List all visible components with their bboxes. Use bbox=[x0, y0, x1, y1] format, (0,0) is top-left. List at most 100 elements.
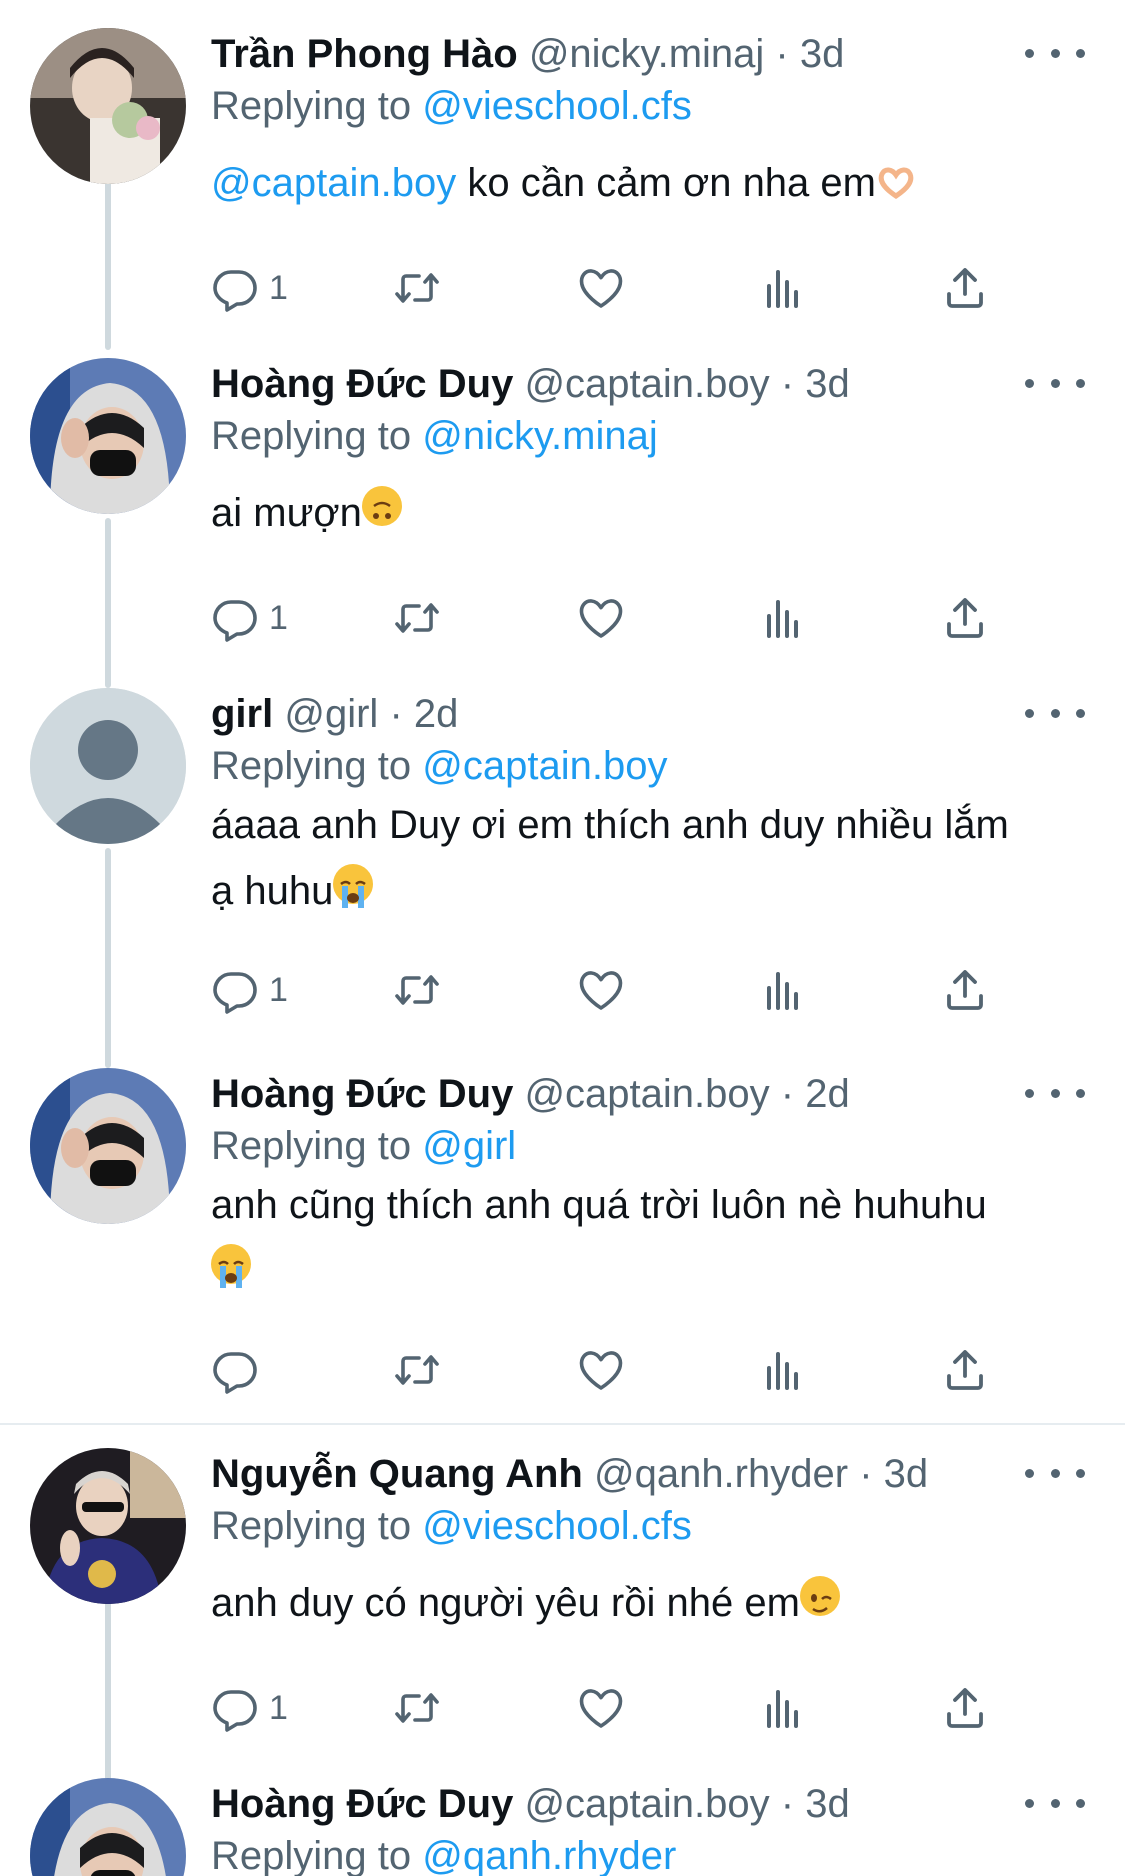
reply-button[interactable]: 1 bbox=[211, 588, 288, 648]
like-icon bbox=[577, 1346, 625, 1394]
user-handle[interactable]: @qanh.rhyder bbox=[594, 1452, 848, 1496]
timestamp[interactable]: 3d bbox=[800, 32, 845, 76]
views-icon bbox=[759, 1684, 807, 1732]
more-options-button[interactable] bbox=[1025, 368, 1085, 398]
more-options-button[interactable] bbox=[1025, 38, 1085, 68]
avatar[interactable] bbox=[30, 1068, 186, 1224]
display-name[interactable]: girl bbox=[211, 692, 273, 736]
views-icon bbox=[759, 594, 807, 642]
avatar-photo-icon bbox=[30, 1778, 186, 1876]
replying-to-mention[interactable]: @vieschool.cfs bbox=[422, 1504, 692, 1548]
share-icon bbox=[941, 1684, 989, 1732]
tweet[interactable]: Hoàng Đức Duy @captain.boy · 3d Replying… bbox=[0, 1778, 1125, 1876]
share-button[interactable] bbox=[941, 258, 989, 318]
replying-label: Replying to bbox=[211, 84, 412, 128]
thread-divider bbox=[0, 1423, 1125, 1425]
views-button[interactable] bbox=[759, 960, 807, 1020]
user-handle[interactable]: @captain.boy bbox=[524, 362, 769, 406]
replying-to: Replying to @qanh.rhyder bbox=[211, 1830, 1085, 1876]
timestamp[interactable]: 3d bbox=[884, 1452, 929, 1496]
avatar[interactable] bbox=[30, 358, 186, 514]
timestamp[interactable]: 3d bbox=[805, 1782, 850, 1826]
avatar[interactable] bbox=[30, 1778, 186, 1876]
more-icon bbox=[1025, 378, 1034, 388]
replying-to-mention[interactable]: @captain.boy bbox=[422, 744, 667, 788]
share-button[interactable] bbox=[941, 960, 989, 1020]
views-button[interactable] bbox=[759, 1678, 807, 1738]
more-options-button[interactable] bbox=[1025, 1788, 1085, 1818]
user-handle[interactable]: @captain.boy bbox=[524, 1782, 769, 1826]
avatar-photo-icon bbox=[30, 28, 186, 184]
tweet[interactable]: Nguyễn Quang Anh @qanh.rhyder · 3d Reply… bbox=[0, 1448, 1125, 1748]
like-button[interactable] bbox=[577, 258, 625, 318]
tweet-text: anh duy có người yêu rồi nhé em bbox=[211, 1570, 1085, 1636]
tweet-text: @captain.boy ko cần cảm ơn nha em bbox=[211, 150, 1085, 216]
tweet-text-body: ko cần cảm ơn nha em bbox=[467, 161, 876, 205]
reply-button[interactable]: 1 bbox=[211, 258, 288, 318]
reply-button[interactable]: 1 bbox=[211, 960, 288, 1020]
avatar[interactable] bbox=[30, 28, 186, 184]
display-name[interactable]: Nguyễn Quang Anh bbox=[211, 1452, 583, 1496]
separator-dot: · bbox=[780, 1782, 795, 1826]
replying-to-mention[interactable]: @girl bbox=[422, 1124, 516, 1168]
views-icon bbox=[759, 264, 807, 312]
like-button[interactable] bbox=[577, 1340, 625, 1400]
views-button[interactable] bbox=[759, 1340, 807, 1400]
avatar[interactable] bbox=[30, 688, 186, 844]
share-icon bbox=[941, 1346, 989, 1394]
tweet[interactable]: Hoàng Đức Duy @captain.boy · 3d Replying… bbox=[0, 358, 1125, 658]
share-icon bbox=[941, 264, 989, 312]
display-name[interactable]: Hoàng Đức Duy bbox=[211, 1782, 513, 1826]
timestamp[interactable]: 2d bbox=[414, 692, 459, 736]
reply-button[interactable] bbox=[211, 1340, 269, 1400]
retweet-button[interactable] bbox=[393, 588, 441, 648]
reply-button[interactable]: 1 bbox=[211, 1678, 288, 1738]
timestamp[interactable]: 2d bbox=[805, 1072, 850, 1116]
like-button[interactable] bbox=[577, 588, 625, 648]
user-handle[interactable]: @nicky.minaj bbox=[529, 32, 764, 76]
tweet-mention[interactable]: @captain.boy bbox=[211, 161, 456, 205]
replying-to-mention[interactable]: @qanh.rhyder bbox=[422, 1834, 676, 1876]
avatar[interactable] bbox=[30, 1448, 186, 1604]
like-icon bbox=[577, 594, 625, 642]
views-button[interactable] bbox=[759, 258, 807, 318]
more-options-button[interactable] bbox=[1025, 1458, 1085, 1488]
avatar-photo-icon bbox=[30, 1068, 186, 1224]
user-handle[interactable]: @captain.boy bbox=[524, 1072, 769, 1116]
replying-to-mention[interactable]: @vieschool.cfs bbox=[422, 84, 692, 128]
timestamp[interactable]: 3d bbox=[805, 362, 850, 406]
views-icon bbox=[759, 966, 807, 1014]
display-name[interactable]: Hoàng Đức Duy bbox=[211, 1072, 513, 1116]
like-button[interactable] bbox=[577, 1678, 625, 1738]
tweet-text: anh cũng thích anh quá trời luôn nè huhu… bbox=[211, 1172, 1085, 1304]
display-name[interactable]: Trần Phong Hào bbox=[211, 32, 518, 76]
more-options-button[interactable] bbox=[1025, 1078, 1085, 1108]
retweet-button[interactable] bbox=[393, 960, 441, 1020]
retweet-button[interactable] bbox=[393, 258, 441, 318]
views-button[interactable] bbox=[759, 588, 807, 648]
share-icon bbox=[941, 966, 989, 1014]
tweet[interactable]: Trần Phong Hào @nicky.minaj · 3d Replyin… bbox=[0, 28, 1125, 328]
share-button[interactable] bbox=[941, 1340, 989, 1400]
more-icon bbox=[1025, 1088, 1034, 1098]
share-button[interactable] bbox=[941, 588, 989, 648]
replying-label: Replying to bbox=[211, 744, 412, 788]
retweet-button[interactable] bbox=[393, 1678, 441, 1738]
more-options-button[interactable] bbox=[1025, 698, 1085, 728]
heart-hands-emoji-icon bbox=[876, 156, 916, 200]
loudly-crying-face-emoji-icon bbox=[333, 864, 374, 908]
display-name[interactable]: Hoàng Đức Duy bbox=[211, 362, 513, 406]
action-bar: 1 bbox=[211, 588, 1001, 648]
tweet[interactable]: girl @girl · 2d Replying to @captain.boy… bbox=[0, 688, 1125, 1048]
retweet-button[interactable] bbox=[393, 1340, 441, 1400]
replying-to: Replying to @girl bbox=[211, 1120, 1085, 1172]
user-handle[interactable]: @girl bbox=[284, 692, 378, 736]
like-button[interactable] bbox=[577, 960, 625, 1020]
avatar-photo-icon bbox=[30, 1448, 186, 1604]
share-button[interactable] bbox=[941, 1678, 989, 1738]
tweet-text-line: ạ huhu bbox=[211, 869, 334, 913]
action-bar: 1 bbox=[211, 1678, 1001, 1738]
tweet[interactable]: Hoàng Đức Duy @captain.boy · 2d Replying… bbox=[0, 1068, 1125, 1408]
replying-to-mention[interactable]: @nicky.minaj bbox=[422, 414, 657, 458]
action-bar bbox=[211, 1340, 1001, 1400]
